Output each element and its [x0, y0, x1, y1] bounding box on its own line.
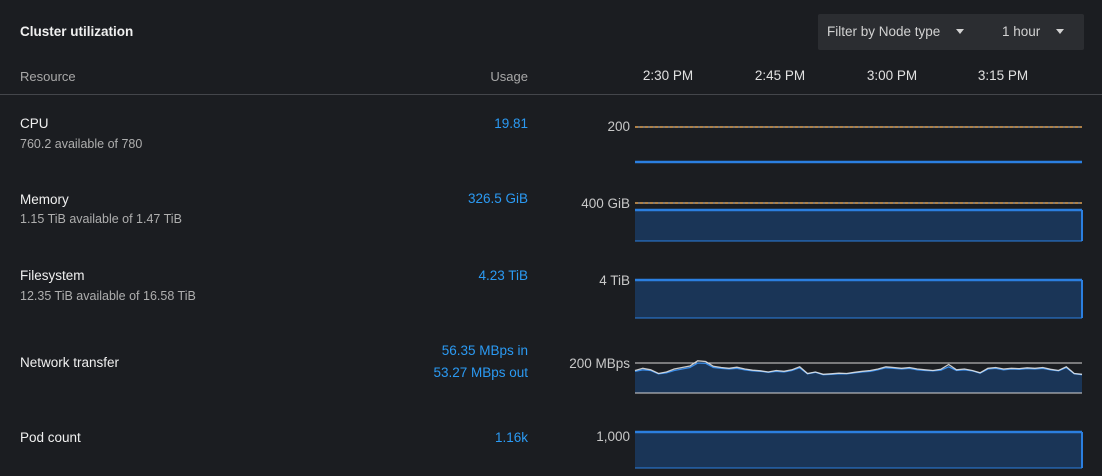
- sparkline-memory[interactable]: [635, 198, 1085, 243]
- column-header-resource: Resource: [20, 69, 76, 84]
- sparkline-pod-count[interactable]: [635, 428, 1085, 470]
- usage-link-cpu[interactable]: 19.81: [494, 113, 528, 135]
- time-range-dropdown[interactable]: 1 hour: [1002, 14, 1065, 50]
- sparkline-cpu[interactable]: [635, 120, 1085, 170]
- axis-max-label-network: 200 MBps: [569, 356, 630, 371]
- resource-name-network: Network transfer: [20, 355, 120, 370]
- usage-link-pod-count[interactable]: 1.16k: [495, 427, 528, 449]
- usage-link-memory[interactable]: 326.5 GiB: [468, 188, 528, 210]
- series-area-out: [635, 363, 1082, 393]
- axis-max-label-pod-count: 1,000: [596, 429, 630, 444]
- sparkline-network[interactable]: [634, 345, 1085, 397]
- usage-link-filesystem[interactable]: 4.23 TiB: [478, 265, 528, 287]
- node-type-filter-dropdown[interactable]: Filter by Node type: [827, 14, 965, 50]
- time-range-label: 1 hour: [1002, 24, 1041, 39]
- column-header-usage: Usage: [490, 69, 528, 84]
- axis-max-label-filesystem: 4 TiB: [599, 273, 630, 288]
- axis-max-label-cpu: 200: [607, 119, 630, 134]
- resource-name-filesystem: Filesystem: [20, 268, 85, 283]
- resource-available-memory: 1.15 TiB available of 1.47 TiB: [20, 212, 182, 226]
- resource-name-pod-count: Pod count: [20, 430, 81, 445]
- resource-available-filesystem: 12.35 TiB available of 16.58 TiB: [20, 289, 196, 303]
- node-type-filter-label: Filter by Node type: [827, 24, 941, 39]
- usage-link-network-out[interactable]: 53.27 MBps out: [433, 362, 528, 384]
- usage-area: [635, 432, 1082, 468]
- time-tick-label: 2:30 PM: [642, 68, 694, 83]
- resource-name-cpu: CPU: [20, 116, 49, 131]
- card-title: Cluster utilization: [20, 24, 134, 39]
- usage-area: [635, 280, 1082, 318]
- usage-area: [635, 210, 1082, 241]
- usage-link-network-in[interactable]: 56.35 MBps in: [442, 340, 528, 362]
- caret-down-icon: [956, 28, 965, 34]
- time-tick-label: 3:00 PM: [866, 68, 918, 83]
- filter-toolbar: Filter by Node type 1 hour: [818, 14, 1084, 50]
- axis-max-label-memory: 400 GiB: [581, 196, 630, 211]
- sparkline-filesystem[interactable]: [635, 275, 1085, 320]
- resource-name-memory: Memory: [20, 192, 69, 207]
- header-divider: [0, 94, 1102, 95]
- time-tick-label: 2:45 PM: [754, 68, 806, 83]
- resource-available-cpu: 760.2 available of 780: [20, 137, 143, 151]
- caret-down-icon: [1056, 28, 1065, 34]
- time-tick-label: 3:15 PM: [977, 68, 1029, 83]
